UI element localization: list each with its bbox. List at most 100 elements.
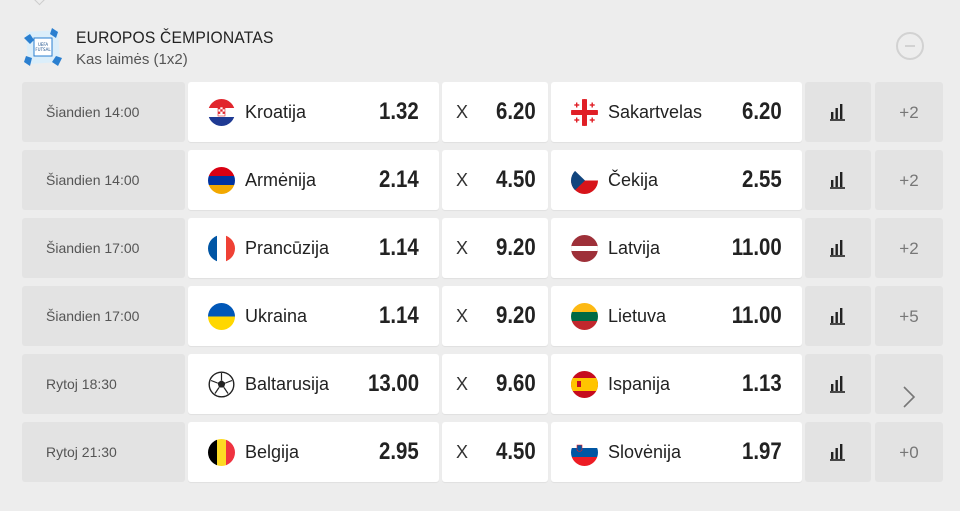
futsal-euro-logo-icon: UEFA FUTSAL (24, 28, 62, 66)
ukraine-flag-icon (208, 303, 235, 330)
draw-odd: 4.50 (496, 166, 536, 193)
czechia-flag-icon (571, 167, 598, 194)
home-odd-button[interactable]: Kroatija 1.32 (188, 82, 439, 142)
away-odd: 11.00 (732, 302, 782, 329)
away-odd-button[interactable]: Ispanija 1.13 (551, 354, 802, 414)
lithuania-flag-icon (571, 303, 598, 330)
home-team-name: Baltarusija (245, 374, 330, 394)
away-odd-button[interactable]: Sakartvelas 6.20 (551, 82, 802, 142)
statistics-button[interactable] (805, 218, 871, 278)
draw-odd: 6.20 (496, 98, 536, 125)
match-time: Šiandien 17:00 (22, 286, 185, 346)
bar-chart-icon (830, 375, 846, 393)
draw-odd-button[interactable]: X 9.20 (442, 218, 548, 278)
away-team-name: Sakartvelas (608, 102, 703, 122)
away-odd: 6.20 (742, 98, 782, 125)
home-team-name: Prancūzija (245, 238, 330, 258)
georgia-flag-icon (571, 99, 598, 126)
match-time: Rytoj 18:30 (22, 354, 185, 414)
statistics-button[interactable] (805, 150, 871, 210)
croatia-flag-icon (208, 99, 235, 126)
home-odd-button[interactable]: Belgija 2.95 (188, 422, 439, 482)
home-odd-button[interactable]: Baltarusija 13.00 (188, 354, 439, 414)
match-row: Rytoj 18:30 Baltarusija 13.00 X 9.60 Isp… (22, 354, 943, 416)
league-title: EUROPOS ČEMPIONATAS (76, 28, 274, 47)
more-markets-button[interactable]: +0 (875, 422, 943, 482)
match-row: Šiandien 14:00 Armėnija 2.14 X 4.50 Čeki… (22, 150, 943, 212)
home-odd: 2.14 (379, 166, 419, 193)
away-odd: 1.97 (742, 438, 782, 465)
match-row: Rytoj 21:30 Belgija 2.95 X 4.50 Slovėnij… (22, 422, 943, 484)
draw-odd-button[interactable]: X 6.20 (442, 82, 548, 142)
match-row: Šiandien 14:00 Kroatija 1.32 X 6.20 Saka… (22, 82, 943, 144)
draw-odd-button[interactable]: X 4.50 (442, 422, 548, 482)
svg-text:FUTSAL: FUTSAL (35, 47, 51, 52)
draw-label: X (456, 306, 469, 326)
chevron-right-icon (901, 373, 917, 408)
draw-label: X (456, 170, 469, 190)
draw-odd-button[interactable]: X 9.60 (442, 354, 548, 414)
collapse-button[interactable] (896, 32, 924, 60)
match-time: Rytoj 21:30 (22, 422, 185, 482)
more-markets-button[interactable]: +2 (875, 150, 943, 210)
more-markets-count: +5 (899, 307, 919, 326)
home-odd-button[interactable]: Ukraina 1.14 (188, 286, 439, 346)
away-odd-button[interactable]: Lietuva 11.00 (551, 286, 802, 346)
away-odd: 11.00 (732, 234, 782, 261)
spain-flag-icon (571, 371, 598, 398)
more-markets-button[interactable]: +2 (875, 82, 943, 142)
football-icon (208, 371, 235, 398)
statistics-button[interactable] (805, 422, 871, 482)
away-team-name: Latvija (608, 238, 661, 258)
draw-odd-button[interactable]: X 9.20 (442, 286, 548, 346)
draw-odd: 4.50 (496, 438, 536, 465)
draw-label: X (456, 442, 469, 462)
draw-label: X (456, 374, 469, 394)
match-row: Šiandien 17:00 Prancūzija 1.14 X 9.20 La… (22, 218, 943, 280)
home-odd: 1.14 (379, 302, 419, 329)
home-team-name: Ukraina (245, 306, 308, 326)
statistics-button[interactable] (805, 286, 871, 346)
latvia-flag-icon (571, 235, 598, 262)
armenia-flag-icon (208, 167, 235, 194)
match-row: Šiandien 17:00 Ukraina 1.14 X 9.20 Lietu… (22, 286, 943, 348)
home-odd-button[interactable]: Prancūzija 1.14 (188, 218, 439, 278)
draw-odd: 9.20 (496, 302, 536, 329)
home-odd: 1.32 (379, 98, 419, 125)
more-markets-button[interactable] (875, 354, 943, 414)
home-team-name: Armėnija (245, 170, 317, 190)
more-markets-button[interactable]: +5 (875, 286, 943, 346)
more-markets-count: +0 (899, 443, 919, 462)
away-odd: 1.13 (742, 370, 782, 397)
more-markets-count: +2 (899, 103, 919, 122)
bar-chart-icon (830, 239, 846, 257)
bar-chart-icon (830, 171, 846, 189)
statistics-button[interactable] (805, 354, 871, 414)
home-odd: 13.00 (367, 370, 419, 397)
away-odd-button[interactable]: Slovėnija 1.97 (551, 422, 802, 482)
away-odd-button[interactable]: Latvija 11.00 (551, 218, 802, 278)
slovenia-flag-icon (571, 439, 598, 466)
more-markets-count: +2 (899, 171, 919, 190)
home-team-name: Kroatija (245, 102, 307, 122)
home-team-name: Belgija (245, 442, 300, 462)
league-header: UEFA FUTSAL EUROPOS ČEMPIONATAS Kas laim… (22, 26, 938, 70)
home-odd-button[interactable]: Armėnija 2.14 (188, 150, 439, 210)
more-markets-button[interactable]: +2 (875, 218, 943, 278)
market-label: Kas laimės (1x2) (76, 51, 188, 68)
top-notch (31, 0, 48, 6)
away-odd-button[interactable]: Čekija 2.55 (551, 150, 802, 210)
match-time: Šiandien 17:00 (22, 218, 185, 278)
draw-odd-button[interactable]: X 4.50 (442, 150, 548, 210)
away-odd: 2.55 (742, 166, 782, 193)
match-list: Šiandien 14:00 Kroatija 1.32 X 6.20 Saka… (22, 82, 943, 490)
away-team-name: Slovėnija (608, 442, 682, 462)
draw-odd: 9.60 (496, 370, 536, 397)
draw-odd: 9.20 (496, 234, 536, 261)
away-team-name: Ispanija (608, 374, 671, 394)
bar-chart-icon (830, 443, 846, 461)
bar-chart-icon (830, 307, 846, 325)
statistics-button[interactable] (805, 82, 871, 142)
away-team-name: Čekija (608, 170, 659, 190)
draw-label: X (456, 102, 469, 122)
